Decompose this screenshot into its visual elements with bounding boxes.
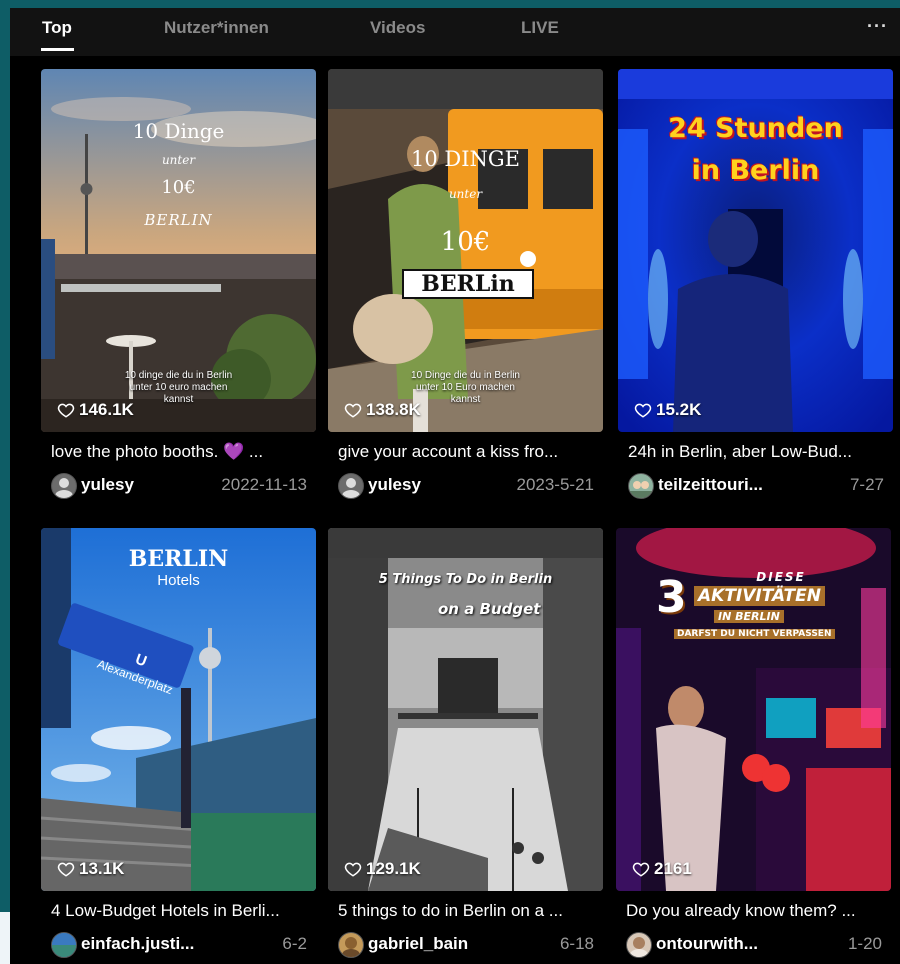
video-thumbnail[interactable]: 24 Stunden in Berlin 15.2K [618,69,893,432]
heart-icon [344,862,362,877]
avatar[interactable] [51,473,77,499]
post-date: 2023-5-21 [516,475,594,494]
post-date: 1-20 [847,934,882,953]
avatar[interactable] [51,932,77,958]
overlay-title-line: DIESE [756,570,806,584]
author-name[interactable]: teilzeittouri... [658,475,763,495]
overlay-title-line: in Berlin [691,155,820,186]
overlay-title-line: AKTIVITÄTEN [694,586,825,606]
video-caption[interactable]: give your account a kiss fro... [338,442,600,462]
overlay-title-line: DARFST DU NICHT VERPASSEN [674,629,835,639]
video-thumbnail[interactable]: BERLIN Hotels U Alexanderplatz 13.1K [41,528,316,891]
overlay-title-line: unter [448,187,483,201]
video-caption[interactable]: love the photo booths. 💜 ... [51,442,313,462]
heart-icon [634,403,652,418]
heart-icon [344,403,362,418]
heart-icon [57,403,75,418]
author-name[interactable]: yulesy [368,475,421,495]
heart-icon [57,862,75,877]
overlay-title-line: IN BERLIN [714,610,784,623]
like-count: 129.1K [344,859,421,879]
like-count: 138.8K [344,400,421,420]
overlay-title-line: 10€ [161,177,196,198]
video-meta: yulesy 2023-5-21 [338,473,594,499]
like-count: 15.2K [634,400,701,420]
more-options-icon[interactable]: ··· [867,16,888,37]
avatar[interactable] [338,473,364,499]
video-caption[interactable]: 24h in Berlin, aber Low-Bud... [628,442,890,462]
overlay-title-line: BERLIN [144,211,213,229]
overlay-title-line: 3 [656,572,687,623]
overlay-title-line: 10 Dinge [132,119,225,143]
video-caption[interactable]: 5 things to do in Berlin on a ... [338,901,600,921]
post-date: 6-2 [282,934,307,953]
video-caption[interactable]: Do you already know them? ... [626,901,888,921]
active-tab-indicator [41,48,74,51]
tab-top[interactable]: Top [42,18,72,38]
video-thumbnail[interactable]: 10 Dinge unter 10€ BERLIN 10 dinge die d… [41,69,316,432]
like-count: 146.1K [57,400,134,420]
overlay-title-line: 10€ [440,227,491,257]
video-meta: teilzeittouri... 7-27 [628,473,884,499]
background-strip [0,912,10,964]
video-meta: gabriel_bain 6-18 [338,932,594,958]
heart-icon [632,862,650,877]
author-name[interactable]: ontourwith... [656,934,758,954]
result-tabs: Top Nutzer*innen Videos LIVE ··· [10,8,900,56]
overlay-title-line: BERLin [402,269,534,299]
like-count: 13.1K [57,859,124,879]
avatar[interactable] [628,473,654,499]
overlay-title-line: on a Budget [438,600,541,618]
author-name[interactable]: yulesy [81,475,134,495]
overlay-title-line: 5 Things To Do in Berlin [378,572,553,587]
post-date: 7-27 [849,475,884,494]
tab-live[interactable]: LIVE [521,18,559,38]
post-date: 6-18 [559,934,594,953]
video-thumbnail[interactable]: 5 Things To Do in Berlin on a Budget 129… [328,528,603,891]
overlay-title-line: unter [161,153,196,167]
video-thumbnail[interactable]: DIESE 3 AKTIVITÄTEN IN BERLIN DARFST DU … [616,528,891,891]
overlay-title-line: 24 Stunden [668,113,843,144]
video-meta: einfach.justi... 6-2 [51,932,307,958]
author-name[interactable]: einfach.justi... [81,934,194,954]
author-name[interactable]: gabriel_bain [368,934,468,954]
video-meta: yulesy 2022-11-13 [51,473,307,499]
avatar[interactable] [338,932,364,958]
search-results-panel: Top Nutzer*innen Videos LIVE ··· 10 Ding… [10,8,900,964]
like-count: 2161 [632,859,692,879]
overlay-title-line: BERLIN [128,546,229,572]
post-date: 2022-11-13 [221,475,307,494]
video-caption[interactable]: 4 Low-Budget Hotels in Berli... [51,901,313,921]
video-thumbnail[interactable]: 10 DINGE unter 10€ BERLin 10 Dinge die d… [328,69,603,432]
tab-users[interactable]: Nutzer*innen [164,18,269,38]
avatar[interactable] [626,932,652,958]
overlay-title-line: Hotels [157,572,200,589]
tab-videos[interactable]: Videos [370,18,425,38]
overlay-title-line: 10 DINGE [410,147,520,171]
video-meta: ontourwith... 1-20 [626,932,882,958]
